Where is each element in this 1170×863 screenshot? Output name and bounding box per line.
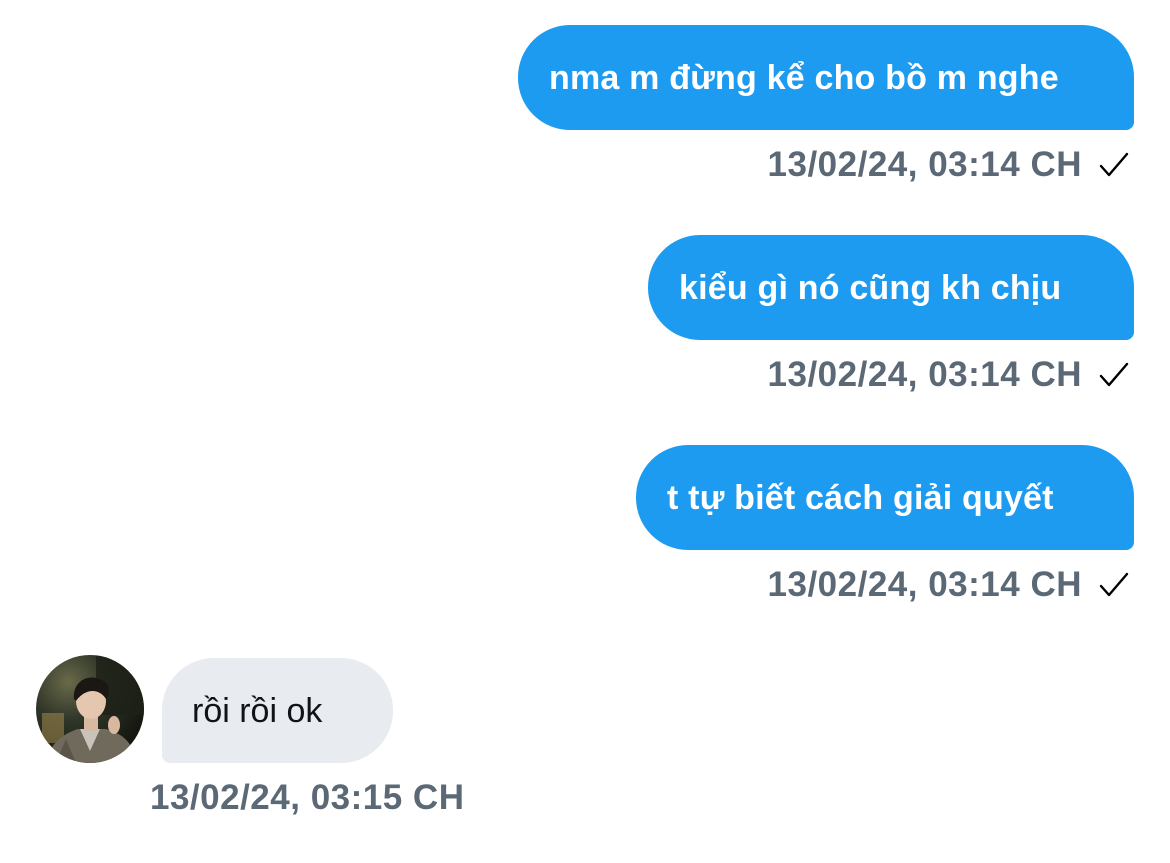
message-meta: 13/02/24, 03:14 CH (768, 144, 1130, 186)
checkmark-icon (1099, 152, 1129, 177)
sent-message-bubble[interactable]: t tự biết cách giải quyết (636, 445, 1134, 550)
timestamp: 13/02/24, 03:15 CH (150, 778, 465, 817)
received-message-bubble[interactable]: rồi rồi ok (162, 658, 393, 763)
message-meta: 13/02/24, 03:14 CH (768, 564, 1130, 606)
message-text: rồi rồi ok (192, 691, 323, 730)
message-meta: 13/02/24, 03:14 CH (768, 354, 1130, 396)
message-text: nma m đừng kể cho bồ m nghe (549, 58, 1059, 97)
avatar[interactable] (36, 655, 144, 763)
checkmark-icon (1099, 572, 1129, 597)
checkmark-icon (1099, 362, 1129, 387)
sent-message-bubble[interactable]: nma m đừng kể cho bồ m nghe (518, 25, 1134, 130)
avatar-photo (36, 655, 144, 763)
timestamp: 13/02/24, 03:14 CH (767, 355, 1082, 394)
timestamp: 13/02/24, 03:14 CH (767, 145, 1082, 184)
message-meta: 13/02/24, 03:15 CH (150, 777, 464, 819)
timestamp: 13/02/24, 03:14 CH (767, 565, 1082, 604)
message-thread[interactable]: nma m đừng kể cho bồ m nghe 13/02/24, 03… (0, 0, 1170, 863)
message-text: kiểu gì nó cũng kh chịu (679, 268, 1062, 307)
sent-message-bubble[interactable]: kiểu gì nó cũng kh chịu (648, 235, 1134, 340)
message-text: t tự biết cách giải quyết (667, 478, 1054, 517)
